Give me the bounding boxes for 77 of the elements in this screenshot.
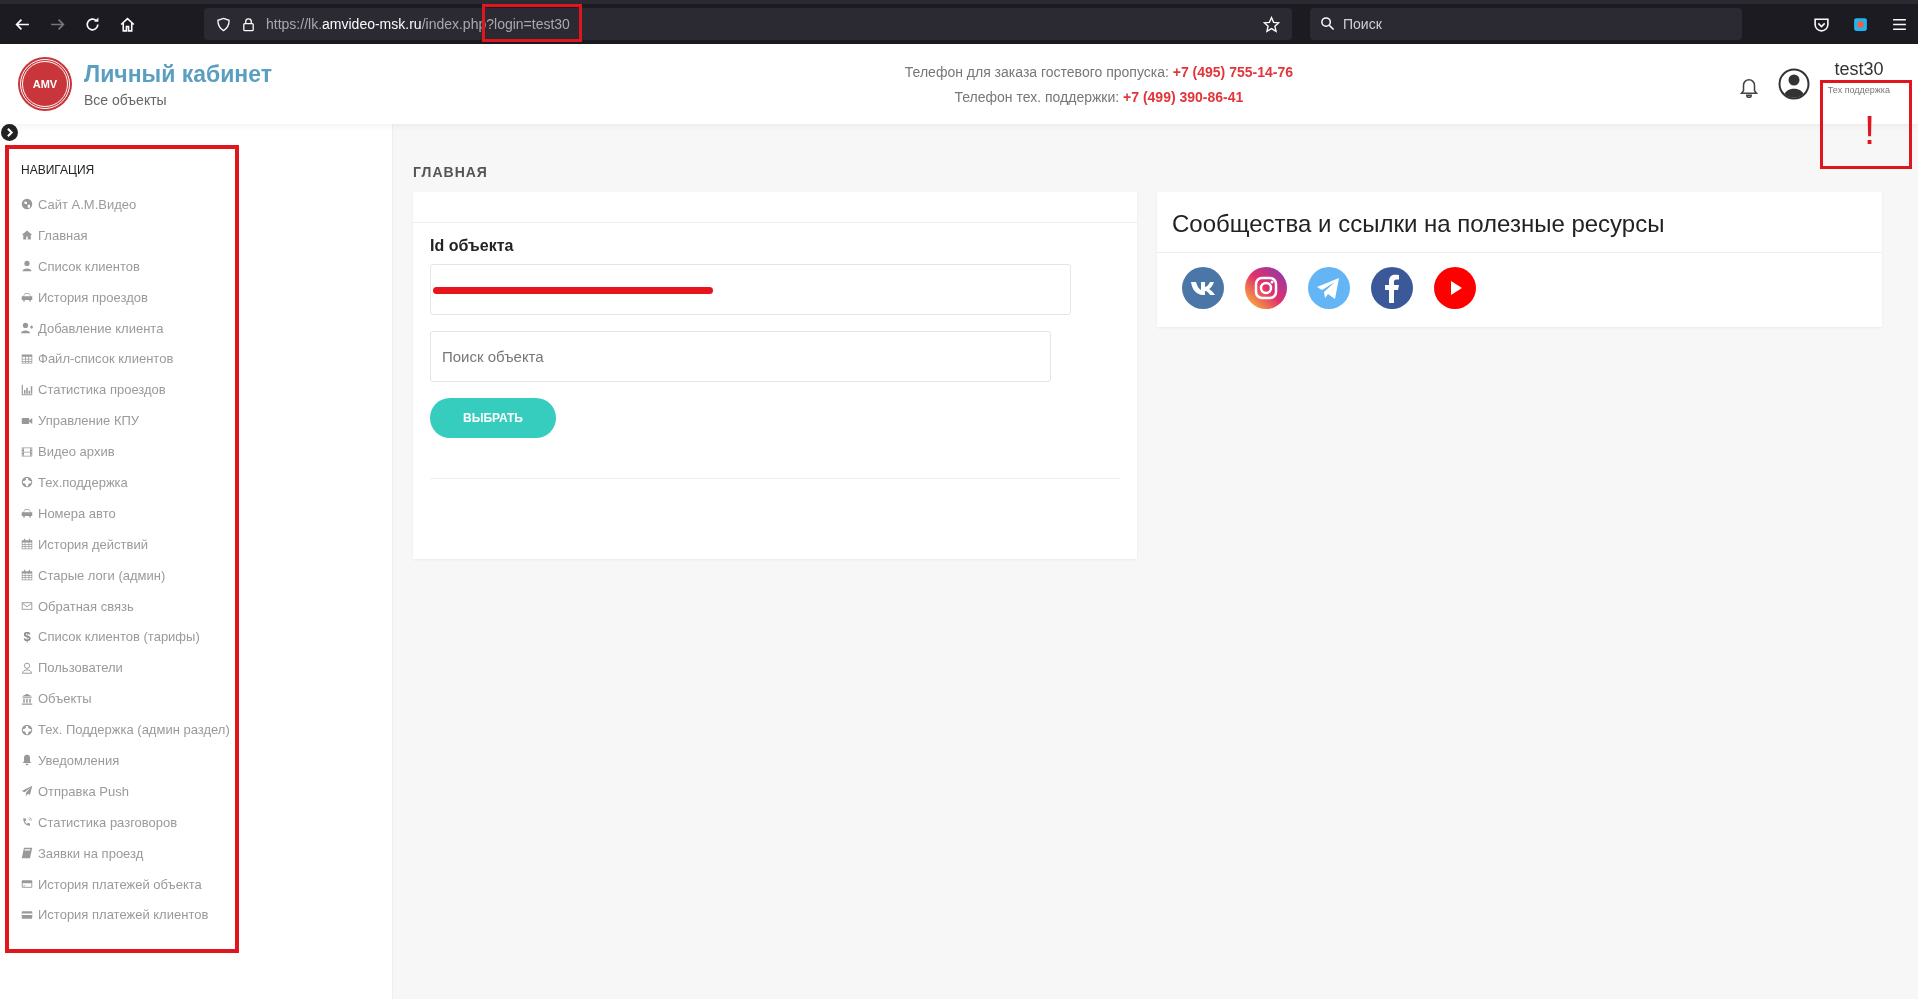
nav-item[interactable]: Список клиентов [21, 250, 235, 282]
calendar-icon [21, 538, 33, 551]
user-name[interactable]: test30 [1834, 59, 1884, 80]
star-icon[interactable] [1263, 15, 1280, 33]
nav-item[interactable]: История действий [21, 528, 235, 560]
search-field[interactable]: Поиск объекта [430, 331, 1051, 382]
field-label: Id объекта [430, 237, 514, 255]
nav-item[interactable]: Отправка Push [21, 775, 235, 807]
home-icon[interactable] [119, 15, 136, 33]
nav-item[interactable]: Статистика разговоров [21, 806, 235, 838]
user-role: Тех поддержка [1827, 85, 1890, 95]
nav-item[interactable]: История платежей объекта [21, 868, 235, 900]
site-subtitle: Все объекты [84, 91, 168, 108]
extension-icon[interactable] [1852, 15, 1869, 33]
nav-item[interactable]: Номера авто [21, 497, 235, 529]
facebook-icon[interactable] [1371, 267, 1413, 309]
user-plus-icon [21, 322, 33, 334]
car-icon [21, 291, 33, 304]
vk-icon[interactable] [1182, 267, 1224, 309]
user-icon [21, 260, 33, 273]
nav-item[interactable]: Тех. Поддержка (админ раздел) [21, 714, 235, 746]
avatar-icon[interactable] [1777, 68, 1810, 100]
paper-plane-icon [21, 785, 33, 798]
lock-icon [241, 16, 256, 32]
search-field[interactable]: Поиск [1310, 8, 1742, 40]
phone-line: Телефон тех. поддержки: +7 (499) 390-86-41 [954, 88, 1244, 105]
bell-icon [21, 754, 33, 767]
nav-item[interactable]: Старые логи (админ) [21, 559, 235, 591]
nav-item[interactable]: Объекты [21, 683, 235, 715]
nav-item[interactable]: Обратная связь [21, 590, 235, 622]
chevron-icon[interactable] [1, 124, 18, 141]
nav-item[interactable]: Пользователи [21, 652, 235, 684]
nav-item[interactable]: Статистика проездов [21, 374, 235, 406]
bar-chart-icon [21, 383, 33, 396]
home-icon [21, 229, 33, 242]
nav-item[interactable]: Главная [21, 219, 235, 251]
credit-card-icon [21, 878, 33, 891]
book-icon [21, 847, 33, 860]
film-icon [21, 445, 33, 458]
table-icon [21, 352, 33, 365]
dollar-icon: $ [21, 629, 33, 645]
select-button[interactable]: ВЫБРАТЬ [430, 398, 556, 438]
bank-icon [21, 692, 33, 705]
globe-icon [21, 198, 33, 211]
lifebuoy-icon [21, 476, 33, 489]
nav-item[interactable]: История проездов [21, 281, 235, 313]
nav-item[interactable]: Видео архив [21, 436, 235, 467]
phone-icon [21, 816, 33, 829]
credit-card-icon [21, 908, 33, 921]
nav-item[interactable]: Заявки на проезд [21, 837, 235, 869]
lifebuoy-icon [21, 723, 33, 736]
car-icon [21, 507, 33, 520]
user-icon [21, 661, 33, 674]
phone-line: Телефон для заказа гостевого пропуска: +7 (495) 755-14-76 [904, 63, 1293, 80]
exclamation-mark: ! [1863, 110, 1875, 150]
input-field[interactable] [430, 264, 1071, 315]
bell-icon[interactable] [1737, 77, 1760, 99]
nav-item[interactable]: Управление КПУ [21, 405, 235, 437]
page-title: ГЛАВНАЯ [413, 164, 489, 180]
calendar-icon [21, 569, 33, 582]
nav-item[interactable]: $ Список клиентов (тарифы) [21, 621, 235, 653]
envelope-icon [21, 600, 33, 612]
reload-icon[interactable] [84, 15, 101, 33]
card-title: Сообщества и ссылки на полезные ресурсы [1157, 192, 1882, 253]
shield-icon[interactable] [216, 16, 231, 32]
nav-item[interactable]: Уведомления [21, 745, 235, 776]
nav-item[interactable]: Тех.поддержка [21, 467, 235, 498]
nav-item[interactable]: Добавление клиента [21, 312, 235, 344]
nav-item[interactable]: Сайт А.М.Видео [21, 189, 235, 220]
nav-item[interactable]: Файл-список клиентов [21, 343, 235, 375]
nav-heading: НАВИГАЦИЯ [21, 163, 96, 177]
youtube-icon[interactable] [1434, 267, 1476, 309]
pocket-icon[interactable] [1813, 15, 1830, 33]
nav-item[interactable]: История платежей клиентов [21, 899, 235, 931]
site-title[interactable]: Личный кабинет [84, 60, 272, 88]
logo[interactable]: AMV [20, 59, 70, 109]
instagram-icon[interactable] [1245, 267, 1287, 309]
